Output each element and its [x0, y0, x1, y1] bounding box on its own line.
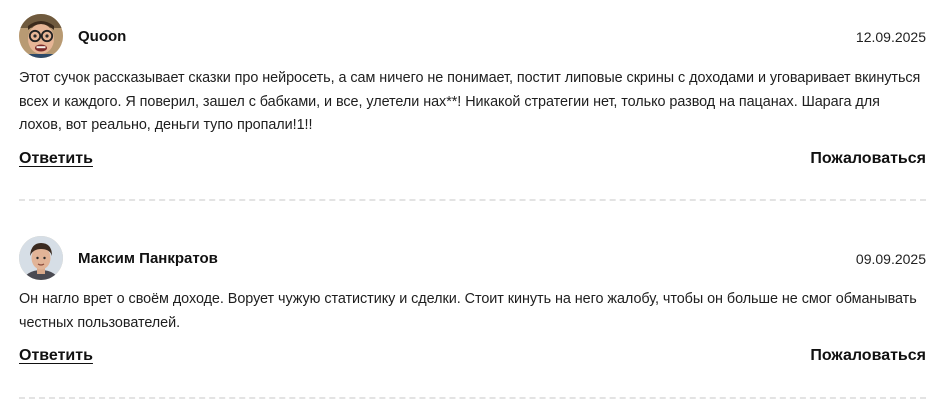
comments-list: Quoon 12.09.2025 Этот сучок рассказывает… — [0, 0, 943, 407]
comment-divider — [19, 397, 926, 399]
comment-header: Максим Панкратов 09.09.2025 — [19, 236, 926, 280]
comment-actions: Ответить Пожаловаться — [19, 150, 926, 174]
comment-date: 12.09.2025 — [855, 29, 926, 45]
comment-author: Quoon — [78, 28, 127, 45]
user-avatar-icon[interactable] — [19, 14, 63, 58]
reply-button[interactable]: Ответить — [19, 150, 93, 168]
report-button[interactable]: Пожаловаться — [810, 347, 926, 365]
reply-button[interactable]: Ответить — [19, 347, 93, 365]
comment-actions: Ответить Пожаловаться — [19, 347, 926, 371]
report-button[interactable]: Пожаловаться — [810, 150, 926, 168]
user-avatar-icon[interactable] — [19, 236, 63, 280]
comment-text: Он нагло врет о своём доходе. Ворует чуж… — [19, 291, 917, 331]
comment-header: Quoon 12.09.2025 — [19, 14, 926, 58]
comment-date: 09.09.2025 — [855, 251, 926, 267]
comment-divider — [19, 199, 926, 201]
comment-item: Quoon 12.09.2025 Этот сучок рассказывает… — [19, 14, 926, 174]
comment-item: Максим Панкратов 09.09.2025 Он нагло вре… — [19, 236, 926, 371]
comment-text: Этот сучок рассказывает сказки про нейро… — [19, 70, 921, 133]
comment-author: Максим Панкратов — [78, 250, 218, 267]
